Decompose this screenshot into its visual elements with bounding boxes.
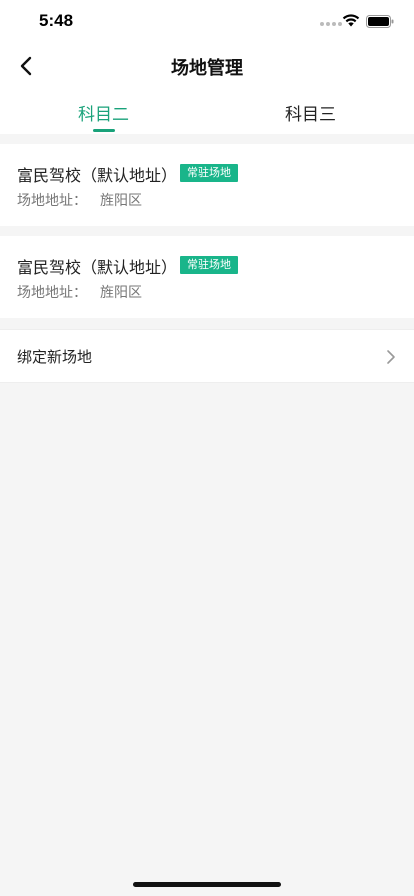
venue-address-label: 场地地址： xyxy=(17,193,87,209)
subject-tabs: 科目二 科目三 xyxy=(0,88,414,134)
venue-address-value: 旌阳区 xyxy=(100,285,142,301)
venue-badge: 常驻场地 xyxy=(180,164,238,182)
bind-new-venue-label: 绑定新场地 xyxy=(17,348,93,366)
status-bar: 5:48 xyxy=(0,0,414,44)
bind-new-venue-row[interactable]: 绑定新场地 xyxy=(0,329,414,383)
tab-label: 科目三 xyxy=(285,105,336,125)
tab-label: 科目二 xyxy=(78,105,129,125)
wifi-icon xyxy=(342,14,360,27)
page-title: 场地管理 xyxy=(171,58,243,79)
venue-card[interactable]: 富民驾校（默认地址） 常驻场地 场地地址： 旌阳区 xyxy=(0,144,414,226)
venue-badge: 常驻场地 xyxy=(180,256,238,274)
cellular-signal-icon xyxy=(320,22,342,26)
navigation-bar: 场地管理 xyxy=(0,44,414,88)
tab-active-indicator xyxy=(92,129,115,132)
venue-name: 富民驾校（默认地址） xyxy=(17,166,178,185)
chevron-right-icon xyxy=(387,350,395,364)
venue-card[interactable]: 富民驾校（默认地址） 常驻场地 场地地址： 旌阳区 xyxy=(0,236,414,318)
venue-address-value: 旌阳区 xyxy=(100,193,142,209)
home-indicator[interactable] xyxy=(133,882,281,887)
venue-management-screen: 5:48 场地管理 科目二 科目三 富民驾校（默认地址） 常驻场地 场地地址： … xyxy=(0,0,414,896)
tab-subject-two[interactable]: 科目二 xyxy=(0,88,207,134)
battery-icon xyxy=(366,15,394,28)
status-time: 5:48 xyxy=(39,11,74,30)
venue-name: 富民驾校（默认地址） xyxy=(17,258,178,277)
tab-subject-three[interactable]: 科目三 xyxy=(207,88,414,134)
venue-address-label: 场地地址： xyxy=(17,285,87,301)
